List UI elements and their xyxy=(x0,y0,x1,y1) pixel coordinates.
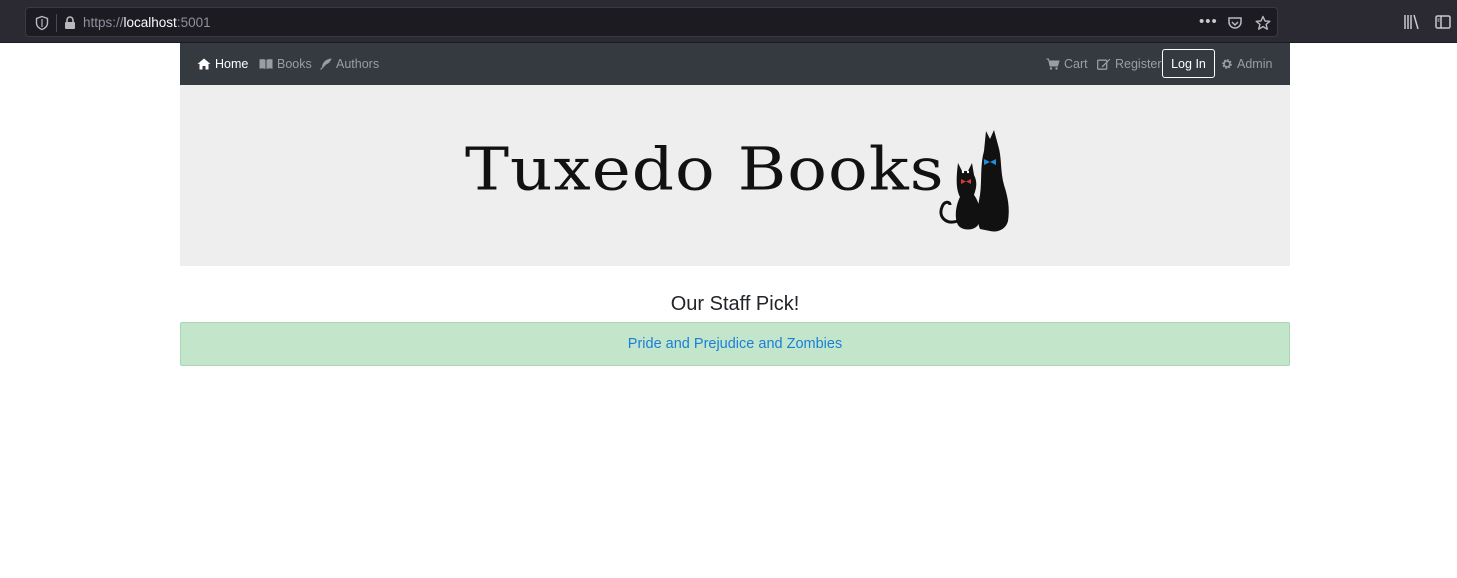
edit-icon xyxy=(1097,58,1111,70)
hero-banner: Tuxedo Books xyxy=(180,85,1290,266)
bookmark-star-icon[interactable] xyxy=(1255,15,1271,31)
page-container: Home Books Authors Cart Register Log In … xyxy=(180,43,1290,366)
nav-cart[interactable]: Cart xyxy=(1046,43,1088,85)
staff-pick-alert: Pride and Prejudice and Zombies xyxy=(180,322,1290,366)
address-bar[interactable]: https://localhost:5001 ••• xyxy=(25,7,1278,37)
browser-toolbar: https://localhost:5001 ••• xyxy=(0,0,1457,43)
nav-books[interactable]: Books xyxy=(259,43,312,85)
book-icon xyxy=(259,59,273,69)
home-icon xyxy=(197,58,211,70)
library-icon[interactable] xyxy=(1403,13,1421,31)
nav-register-label: Register xyxy=(1115,57,1162,71)
url-port: :5001 xyxy=(176,15,211,30)
brand-logo-text: Tuxedo Books xyxy=(465,134,945,204)
nav-cart-label: Cart xyxy=(1064,57,1088,71)
urlbar-separator xyxy=(56,14,57,32)
staff-pick-book-link[interactable]: Pride and Prejudice and Zombies xyxy=(628,336,842,352)
nav-admin-label: Admin xyxy=(1237,57,1273,71)
gear-icon xyxy=(1222,59,1232,69)
nav-home[interactable]: Home xyxy=(197,43,248,85)
staff-pick-heading: Our Staff Pick! xyxy=(670,293,800,315)
tuxedo-cats-logo xyxy=(939,130,1009,232)
shield-icon[interactable] xyxy=(34,15,50,31)
url-scheme: https:// xyxy=(83,15,124,30)
lock-icon[interactable] xyxy=(62,15,78,31)
nav-authors-label: Authors xyxy=(336,57,380,71)
login-button[interactable]: Log In xyxy=(1162,49,1215,78)
url-host: localhost xyxy=(123,15,177,30)
nav-admin[interactable]: Admin xyxy=(1221,43,1272,85)
nav-home-label: Home xyxy=(215,57,249,71)
nav-books-label: Books xyxy=(277,57,312,71)
cart-icon xyxy=(1046,58,1060,70)
nav-register[interactable]: Register xyxy=(1097,43,1162,85)
more-actions-icon[interactable]: ••• xyxy=(1199,14,1217,31)
feather-icon xyxy=(320,58,332,70)
pocket-icon[interactable] xyxy=(1227,15,1243,31)
sidebar-icon[interactable] xyxy=(1434,13,1452,31)
nav-authors[interactable]: Authors xyxy=(320,43,379,85)
url-text[interactable]: https://localhost:5001 xyxy=(83,15,211,30)
main-navbar: Home Books Authors Cart Register Log In … xyxy=(180,43,1290,85)
